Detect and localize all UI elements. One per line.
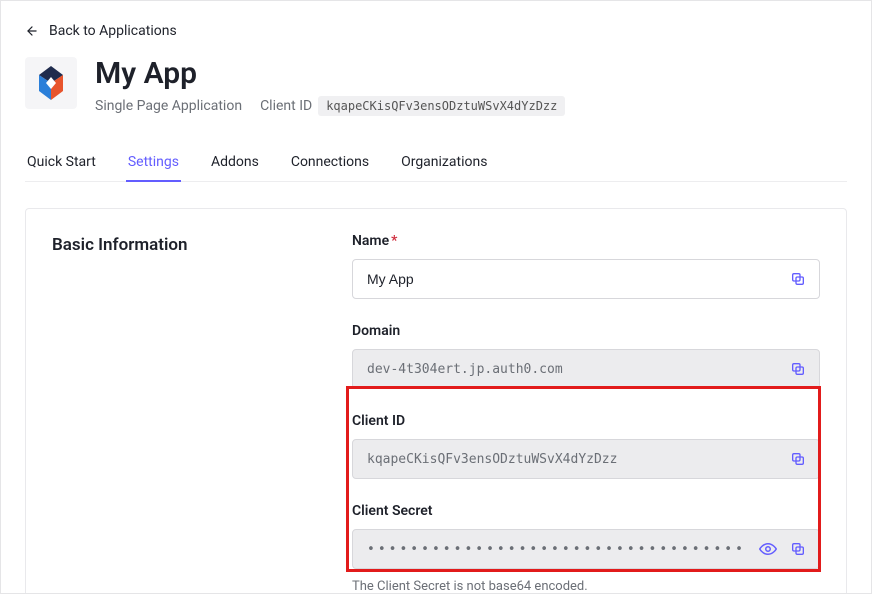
name-label: Name*	[352, 233, 820, 249]
basic-info-card: Basic Information Name* Domain	[25, 208, 847, 594]
tabs: Quick Start Settings Addons Connections …	[25, 144, 847, 182]
tab-quick-start[interactable]: Quick Start	[25, 144, 98, 181]
copy-icon	[790, 541, 806, 557]
client-id-label: Client ID	[352, 413, 820, 429]
copy-icon	[790, 361, 806, 377]
field-client-secret: Client Secret The Client Secret is not b…	[352, 503, 820, 594]
required-asterisk: *	[391, 233, 397, 249]
tab-connections[interactable]: Connections	[289, 144, 371, 181]
back-to-applications-link[interactable]: Back to Applications	[25, 23, 847, 39]
copy-client-id-button[interactable]	[784, 445, 812, 473]
tab-organizations[interactable]: Organizations	[399, 144, 489, 181]
tab-addons[interactable]: Addons	[209, 144, 261, 181]
app-logo-icon	[25, 57, 77, 109]
copy-name-button[interactable]	[784, 265, 812, 293]
app-type-label: Single Page Application	[95, 98, 242, 114]
copy-domain-button[interactable]	[784, 355, 812, 383]
copy-icon	[790, 451, 806, 467]
client-id-input[interactable]	[352, 439, 820, 479]
app-header: My App Single Page Application Client ID…	[25, 57, 847, 116]
field-client-id: Client ID	[352, 413, 820, 479]
copy-client-secret-button[interactable]	[784, 535, 812, 563]
form-area: Name* Domain	[352, 233, 820, 594]
client-id-chip-label: Client ID	[260, 98, 312, 114]
client-id-chip-value: kqapeCKisQFv3ensODztuWSvX4dYzDzz	[318, 96, 565, 116]
app-frame: Back to Applications My App Single Page …	[0, 0, 872, 594]
field-name: Name*	[352, 233, 820, 299]
client-secret-helper: The Client Secret is not base64 encoded.	[352, 579, 820, 594]
field-domain: Domain	[352, 323, 820, 389]
name-input[interactable]	[352, 259, 820, 299]
app-subtitle-row: Single Page Application Client ID kqapeC…	[95, 96, 565, 116]
app-title-block: My App Single Page Application Client ID…	[95, 57, 565, 116]
eye-icon	[759, 540, 777, 558]
tab-settings[interactable]: Settings	[126, 144, 181, 182]
arrow-left-icon	[25, 24, 39, 38]
back-label: Back to Applications	[49, 23, 177, 39]
client-secret-input[interactable]	[352, 529, 820, 569]
reveal-client-secret-button[interactable]	[754, 535, 782, 563]
client-id-chip: Client ID kqapeCKisQFv3ensODztuWSvX4dYzD…	[260, 96, 565, 116]
copy-icon	[790, 271, 806, 287]
app-title: My App	[95, 57, 565, 90]
domain-label: Domain	[352, 323, 820, 339]
page: Back to Applications My App Single Page …	[1, 1, 871, 594]
client-secret-label: Client Secret	[352, 503, 820, 519]
domain-input[interactable]	[352, 349, 820, 389]
